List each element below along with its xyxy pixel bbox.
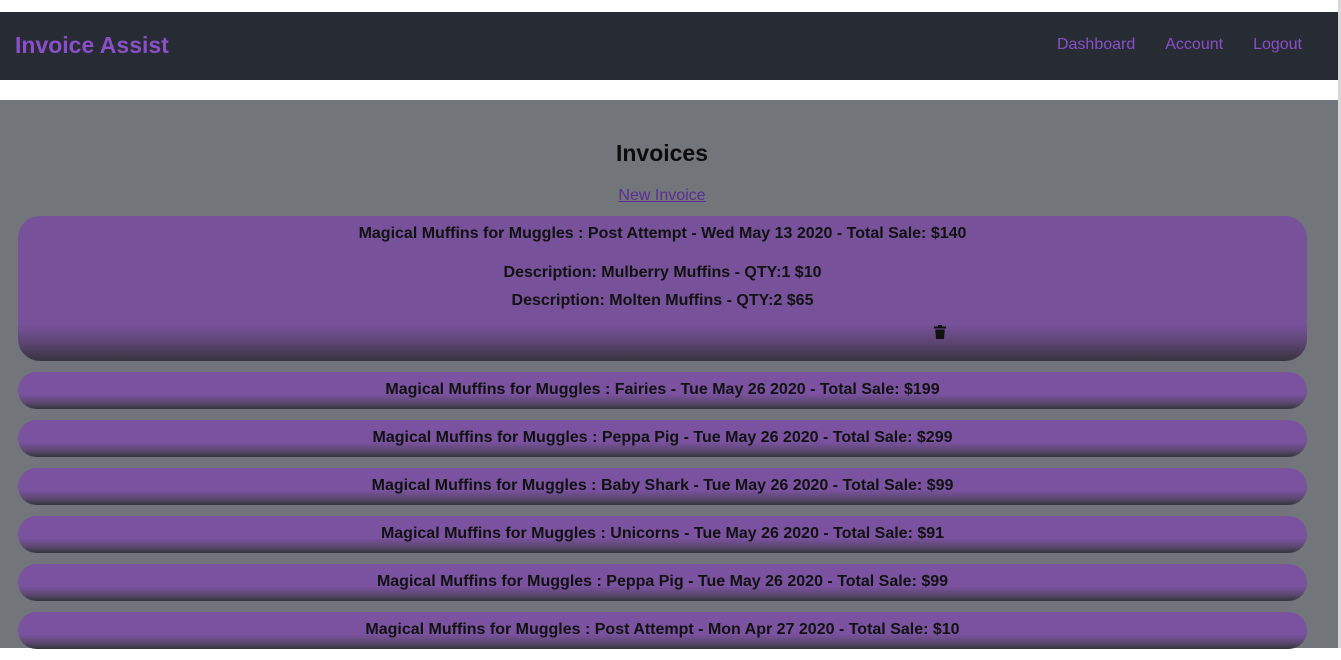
invoice-title: Magical Muffins for Muggles : Peppa Pig …: [372, 429, 953, 446]
invoices-section: Invoices New Invoice Magical Muffins for…: [0, 100, 1338, 649]
invoice-card[interactable]: Magical Muffins for Muggles : Post Attem…: [18, 216, 1307, 361]
invoice-card[interactable]: Magical Muffins for Muggles : Peppa Pig …: [18, 420, 1307, 457]
invoice-title: Magical Muffins for Muggles : Fairies - …: [385, 381, 940, 398]
nav-account-link[interactable]: Account: [1165, 36, 1223, 54]
invoice-title: Magical Muffins for Muggles : Post Attem…: [358, 225, 967, 242]
nav-logout-link[interactable]: Logout: [1253, 36, 1302, 54]
invoice-card[interactable]: Magical Muffins for Muggles : Fairies - …: [18, 372, 1307, 409]
invoice-card[interactable]: Magical Muffins for Muggles : Post Attem…: [18, 612, 1307, 649]
nav-dashboard-link[interactable]: Dashboard: [1057, 36, 1135, 54]
nav-links: Dashboard Account Logout: [1057, 36, 1302, 54]
page-title: Invoices: [615, 140, 709, 166]
navbar: Invoice Assist Dashboard Account Logout: [0, 12, 1338, 80]
invoice-line-item: Description: Mulberry Muffins - QTY:1 $1…: [503, 264, 822, 281]
invoice-title: Magical Muffins for Muggles : Baby Shark…: [371, 477, 954, 494]
invoice-card[interactable]: Magical Muffins for Muggles : Unicorns -…: [18, 516, 1307, 553]
new-invoice-link[interactable]: New Invoice: [0, 187, 1324, 205]
invoice-card[interactable]: Magical Muffins for Muggles : Peppa Pig …: [18, 564, 1307, 601]
invoice-list: Magical Muffins for Muggles : Post Attem…: [18, 216, 1307, 660]
invoice-line-item: Description: Molten Muffins - QTY:2 $65: [511, 292, 814, 309]
invoice-title: Magical Muffins for Muggles : Peppa Pig …: [376, 573, 949, 590]
brand-logo[interactable]: Invoice Assist: [15, 32, 169, 59]
invoice-title: Magical Muffins for Muggles : Post Attem…: [365, 621, 960, 638]
trash-icon[interactable]: [934, 325, 946, 339]
invoice-title: Magical Muffins for Muggles : Unicorns -…: [380, 525, 945, 542]
invoice-card[interactable]: Magical Muffins for Muggles : Baby Shark…: [18, 468, 1307, 505]
